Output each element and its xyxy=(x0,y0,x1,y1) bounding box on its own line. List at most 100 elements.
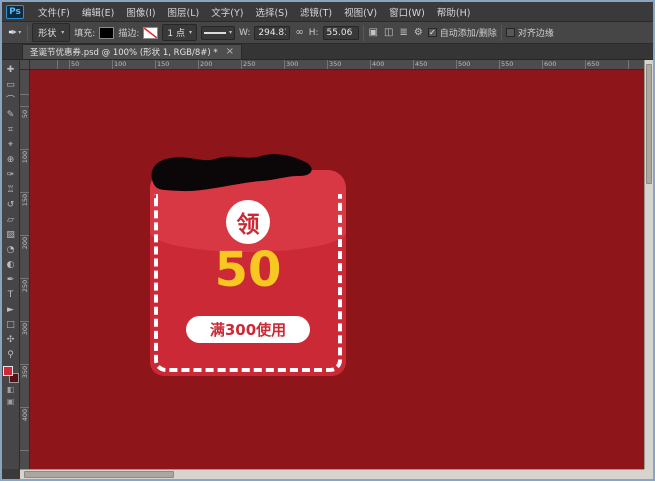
menu-item[interactable]: 选择(S) xyxy=(249,3,293,21)
menu-item[interactable]: 视图(V) xyxy=(338,3,383,21)
ruler-tick-label: 50 xyxy=(69,60,112,69)
ruler-tick-label: 350 xyxy=(20,364,29,407)
zoom-tool-icon[interactable]: ⚲ xyxy=(3,347,19,362)
align-edges-label: 对齐边缘 xyxy=(518,26,554,39)
auto-add-delete-option[interactable]: ✓ 自动添加/删除 xyxy=(428,26,497,39)
height-input[interactable] xyxy=(323,26,359,40)
gear-icon[interactable]: ⚙ xyxy=(413,27,424,38)
clone-stamp-tool-icon[interactable]: ♖ xyxy=(3,182,19,197)
menu-item[interactable]: 文件(F) xyxy=(32,3,76,21)
horizontal-scrollbar-thumb[interactable] xyxy=(24,471,174,478)
ruler-tick-label: 200 xyxy=(198,60,241,69)
pen-tool-icon: ✒ xyxy=(8,26,17,39)
menu-item[interactable]: 帮助(H) xyxy=(431,3,477,21)
document-canvas[interactable]: 领 50 满300使用 xyxy=(30,70,644,469)
brush-tool-icon[interactable]: ✑ xyxy=(3,167,19,182)
quick-select-tool-icon[interactable]: ✎ xyxy=(3,107,19,122)
document-tab[interactable]: 圣诞节优惠券.psd @ 100% (形状 1, RGB/8#) * × xyxy=(22,44,242,59)
tool-mode-select[interactable]: 形状 ▾ xyxy=(32,23,70,42)
quick-mask-icon[interactable]: ◧ xyxy=(3,383,19,395)
toolbar-footer xyxy=(2,469,20,479)
ruler-tick-label: 300 xyxy=(20,321,29,364)
eraser-tool-icon[interactable]: ▱ xyxy=(3,212,19,227)
ruler-tick-label: 300 xyxy=(284,60,327,69)
vertical-scrollbar[interactable] xyxy=(644,60,653,469)
ruler-tick-label: 100 xyxy=(112,60,155,69)
width-input[interactable] xyxy=(254,26,290,40)
close-icon[interactable]: × xyxy=(226,47,234,57)
history-brush-tool-icon[interactable]: ↺ xyxy=(3,197,19,212)
ruler-corner xyxy=(20,60,30,70)
chevron-down-icon: ▾ xyxy=(61,29,64,36)
stroke-color-swatch[interactable] xyxy=(143,27,158,39)
tools-panel: ✚▭⌒✎⌗⌖⊕✑♖↺▱▨◔◐✒T►□✣⚲ ◧ ▣ xyxy=(2,60,20,469)
path-arrangement-icon[interactable]: ≣ xyxy=(398,27,408,38)
ruler-tick-label: 400 xyxy=(20,407,29,450)
ruler-tick-label: 50 xyxy=(20,106,29,149)
menu-item[interactable]: 滤镜(T) xyxy=(294,3,338,21)
vertical-ruler-labels: 50100150200250300350400 xyxy=(20,70,29,450)
healing-brush-tool-icon[interactable]: ⊕ xyxy=(3,152,19,167)
menu-item[interactable]: 编辑(E) xyxy=(76,3,120,21)
vertical-ruler: 50100150200250300350400 xyxy=(20,70,30,469)
lasso-tool-icon[interactable]: ⌒ xyxy=(3,92,19,107)
blur-tool-icon[interactable]: ◔ xyxy=(3,242,19,257)
stroke-style-preview xyxy=(204,32,226,34)
auto-add-delete-label: 自动添加/删除 xyxy=(440,26,497,39)
ruler-tick-label: 400 xyxy=(370,60,413,69)
chevron-down-icon: ▾ xyxy=(18,29,21,36)
dodge-tool-icon[interactable]: ◐ xyxy=(3,257,19,272)
fill-color-swatch[interactable] xyxy=(99,27,114,39)
tool-list: ✚▭⌒✎⌗⌖⊕✑♖↺▱▨◔◐✒T►□✣⚲ xyxy=(3,62,19,362)
path-alignment-icon[interactable]: ◫ xyxy=(383,27,394,38)
type-tool-icon[interactable]: T xyxy=(3,287,19,302)
chevron-down-icon: ▾ xyxy=(189,29,192,36)
path-operations-icon[interactable]: ▣ xyxy=(368,27,379,38)
document-title: 圣诞节优惠券.psd @ 100% (形状 1, RGB/8#) * xyxy=(30,46,218,58)
stroke-width-field[interactable]: 1 点 ▾ xyxy=(162,24,197,41)
tool-mode-value: 形状 xyxy=(38,26,56,39)
red-envelope-shape: 领 50 满300使用 xyxy=(150,170,346,376)
marquee-tool-icon[interactable]: ▭ xyxy=(3,77,19,92)
move-tool-icon[interactable]: ✚ xyxy=(3,62,19,77)
ruler-tick-label: 250 xyxy=(241,60,284,69)
eyedropper-tool-icon[interactable]: ⌖ xyxy=(3,137,19,152)
auto-add-delete-checkbox[interactable]: ✓ xyxy=(428,28,437,37)
ruler-tick-label: 650 xyxy=(585,60,628,69)
ps-logo: Ps xyxy=(6,5,24,19)
photoshop-window: Ps 文件(F)编辑(E)图像(I)图层(L)文字(Y)选择(S)滤镜(T)视图… xyxy=(0,0,655,481)
path-select-tool-icon[interactable]: ► xyxy=(3,302,19,317)
stroke-label: 描边: xyxy=(118,26,139,39)
ruler-tick-label: 250 xyxy=(20,278,29,321)
separator xyxy=(27,25,28,41)
vertical-scrollbar-thumb[interactable] xyxy=(646,64,652,184)
menu-item[interactable]: 文字(Y) xyxy=(205,3,249,21)
ruler-tick-label: 550 xyxy=(499,60,542,69)
hand-tool-icon[interactable]: ✣ xyxy=(3,332,19,347)
gradient-tool-icon[interactable]: ▨ xyxy=(3,227,19,242)
menu-item[interactable]: 窗口(W) xyxy=(383,3,431,21)
menu-items: 文件(F)编辑(E)图像(I)图层(L)文字(Y)选择(S)滤镜(T)视图(V)… xyxy=(32,3,476,21)
shape-tool-icon[interactable]: □ xyxy=(3,317,19,332)
scrollbar-corner xyxy=(644,469,653,479)
options-bar: ✒ ▾ 形状 ▾ 填充: 描边: 1 点 ▾ ▾ W: ∞ H: ▣ ◫ ≣ ⚙… xyxy=(2,22,653,44)
align-edges-option[interactable]: 对齐边缘 xyxy=(506,26,554,39)
screen-mode-icon[interactable]: ▣ xyxy=(3,395,19,407)
condition-text: 满300使用 xyxy=(210,319,286,340)
height-label: H: xyxy=(309,28,319,38)
fill-label: 填充: xyxy=(74,26,95,39)
tool-preset-picker[interactable]: ✒ ▾ xyxy=(6,25,23,40)
document-tab-bar: 圣诞节优惠券.psd @ 100% (形状 1, RGB/8#) * × xyxy=(2,44,653,60)
width-label: W: xyxy=(239,28,250,38)
pen-tool-icon[interactable]: ✒ xyxy=(3,272,19,287)
foreground-color-swatch[interactable] xyxy=(3,366,13,376)
pen-black-blob-shape xyxy=(147,150,319,196)
menu-item[interactable]: 图层(L) xyxy=(162,3,206,21)
align-edges-checkbox[interactable] xyxy=(506,28,515,37)
horizontal-scrollbar[interactable] xyxy=(20,469,644,479)
stroke-style-select[interactable]: ▾ xyxy=(201,26,235,40)
ruler-tick-label: 150 xyxy=(20,192,29,235)
link-dimensions-icon[interactable]: ∞ xyxy=(294,27,304,38)
menu-item[interactable]: 图像(I) xyxy=(120,3,161,21)
crop-tool-icon[interactable]: ⌗ xyxy=(3,122,19,137)
